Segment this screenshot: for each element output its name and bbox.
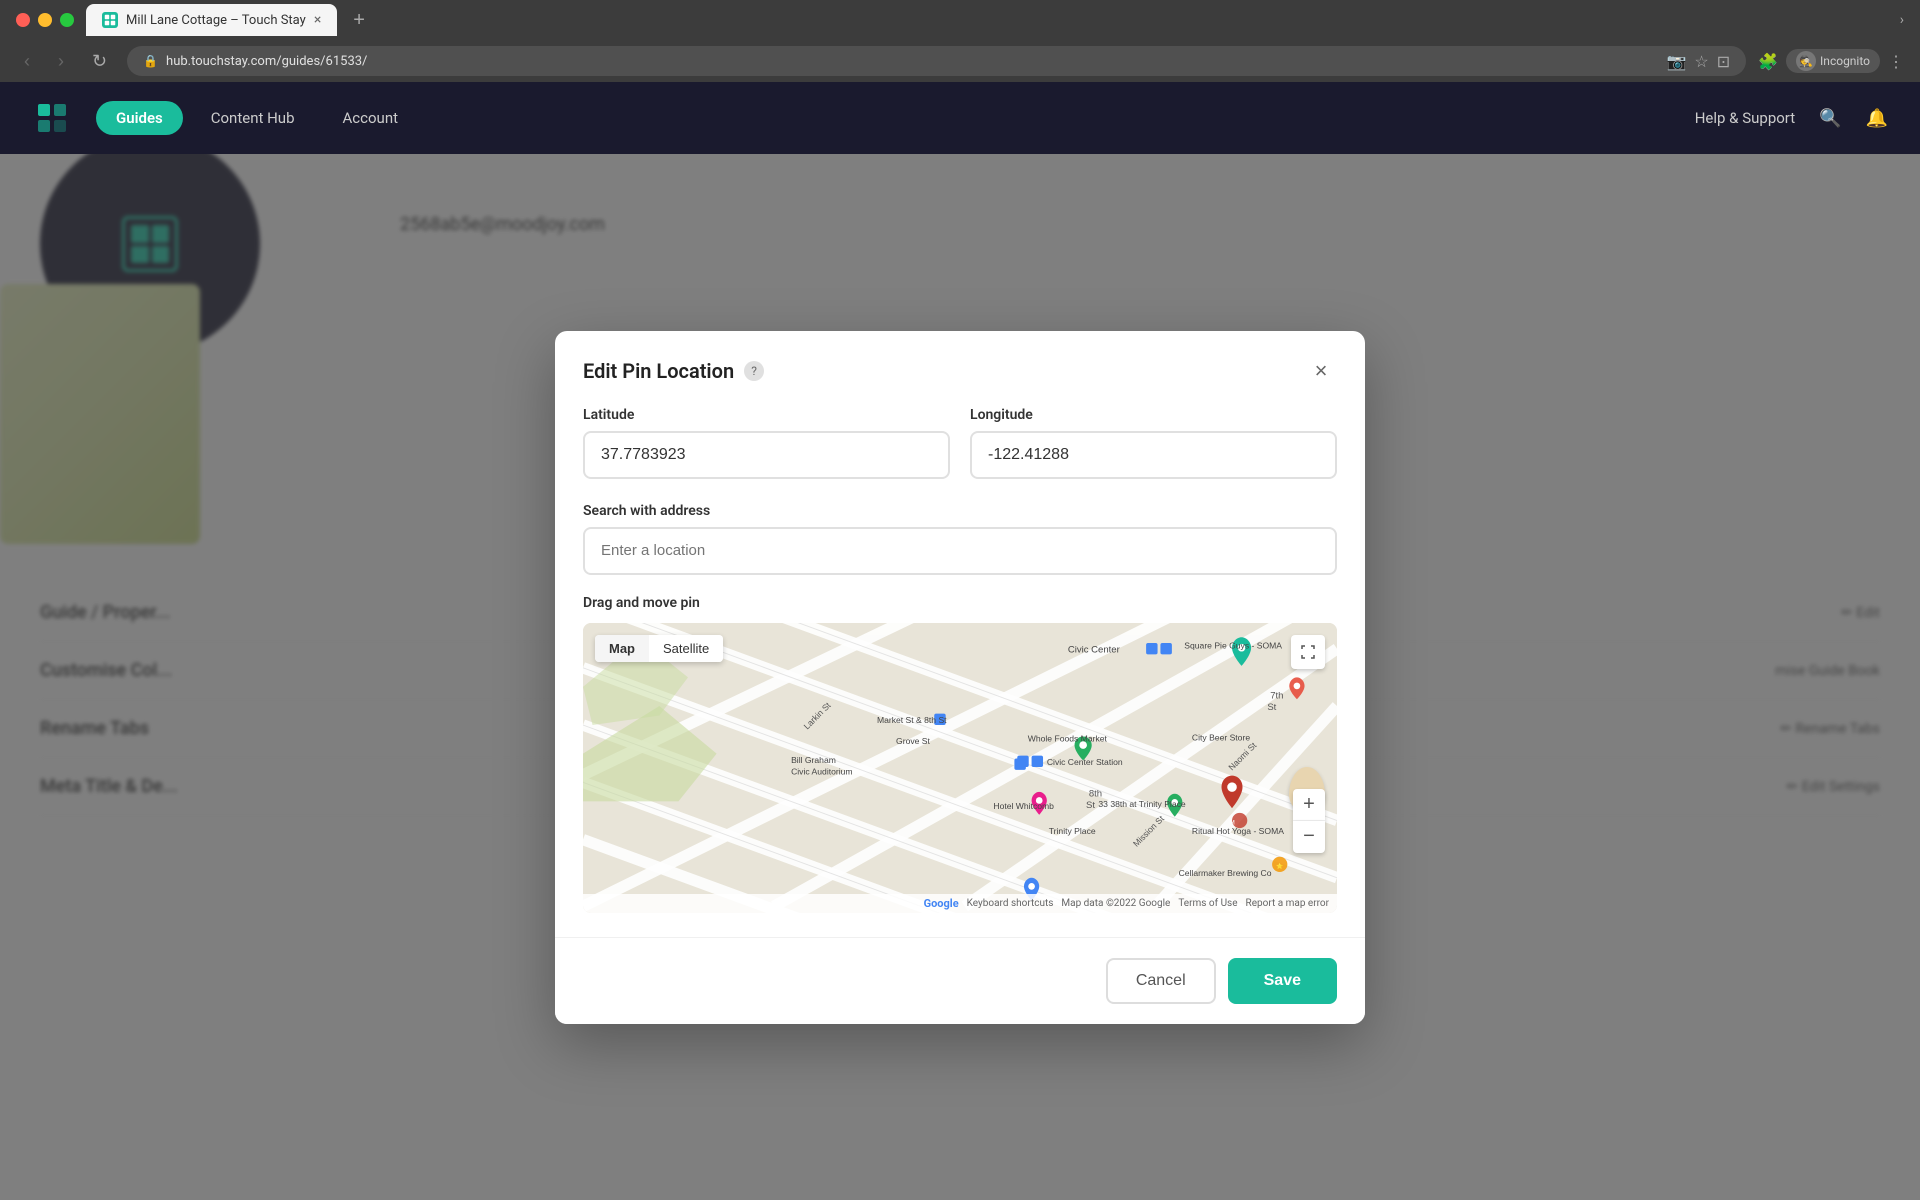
lock-icon: 🔒 bbox=[143, 54, 158, 68]
latitude-input[interactable] bbox=[583, 431, 950, 479]
search-address-input[interactable] bbox=[583, 527, 1337, 575]
svg-text:Whole Foods Market: Whole Foods Market bbox=[1028, 733, 1108, 743]
star-icon[interactable]: ☆ bbox=[1694, 52, 1708, 71]
nav-items: Guides Content Hub Account bbox=[96, 101, 1671, 135]
svg-text:Square Pie Guys - SOMA: Square Pie Guys - SOMA bbox=[1184, 640, 1282, 650]
map-container[interactable]: 8th St 7th St Naomi St Mission St bbox=[583, 623, 1337, 913]
search-address-label: Search with address bbox=[583, 503, 1337, 519]
svg-text:33 38th at Trinity Place: 33 38th at Trinity Place bbox=[1098, 799, 1185, 809]
longitude-label: Longitude bbox=[970, 407, 1337, 423]
browser-chrome: Mill Lane Cottage – Touch Stay × + › ‹ ›… bbox=[0, 0, 1920, 82]
nav-item-content-hub[interactable]: Content Hub bbox=[191, 101, 315, 135]
map-zoom-out-button[interactable]: − bbox=[1293, 821, 1325, 853]
extensions-icon[interactable]: 🧩 bbox=[1758, 52, 1778, 71]
modal-title: Edit Pin Location bbox=[583, 359, 734, 383]
map-footer: Google Keyboard shortcuts Map data ©2022… bbox=[583, 894, 1337, 913]
modal-footer: Cancel Save bbox=[555, 937, 1365, 1024]
tab-favicon bbox=[102, 12, 118, 28]
incognito-label: Incognito bbox=[1820, 54, 1870, 68]
tab-title: Mill Lane Cottage – Touch Stay bbox=[126, 13, 306, 28]
browser-titlebar: Mill Lane Cottage – Touch Stay × + › bbox=[0, 0, 1920, 40]
svg-text:Civic Auditorium: Civic Auditorium bbox=[791, 766, 853, 776]
maximize-window-button[interactable] bbox=[60, 13, 74, 27]
map-type-map-button[interactable]: Map bbox=[595, 635, 649, 662]
url-bar[interactable]: 🔒 hub.touchstay.com/guides/61533/ 📷 ☆ ⊡ bbox=[127, 46, 1746, 76]
modal-close-button[interactable]: × bbox=[1305, 355, 1337, 387]
nav-item-account[interactable]: Account bbox=[323, 101, 419, 135]
map-keyboard-shortcuts[interactable]: Keyboard shortcuts bbox=[967, 898, 1054, 909]
browser-actions: 🧩 🕵 Incognito ⋮ bbox=[1758, 49, 1904, 73]
incognito-badge: 🕵 Incognito bbox=[1786, 49, 1880, 73]
map-svg: 8th St 7th St Naomi St Mission St bbox=[583, 623, 1337, 913]
tab-bar: Mill Lane Cottage – Touch Stay × + bbox=[86, 4, 1888, 36]
coordinates-row: Latitude Longitude bbox=[583, 407, 1337, 479]
svg-text:Trinity Place: Trinity Place bbox=[1049, 825, 1096, 835]
modal-header: Edit Pin Location ? × bbox=[555, 331, 1365, 407]
map-data-attribution: Map data ©2022 Google bbox=[1061, 898, 1170, 909]
back-button[interactable]: ‹ bbox=[16, 47, 38, 76]
more-menu-icon[interactable]: ⋮ bbox=[1888, 52, 1904, 71]
latitude-field: Latitude bbox=[583, 407, 950, 479]
search-icon[interactable]: 🔍 bbox=[1819, 108, 1841, 129]
svg-text:City Beer Store: City Beer Store bbox=[1192, 732, 1250, 742]
tab-close-button[interactable]: × bbox=[314, 12, 321, 28]
longitude-field: Longitude bbox=[970, 407, 1337, 479]
svg-text:8th: 8th bbox=[1089, 788, 1102, 799]
help-support-link[interactable]: Help & Support bbox=[1695, 109, 1795, 127]
forward-button[interactable]: › bbox=[50, 47, 72, 76]
search-address-section: Search with address bbox=[583, 503, 1337, 575]
save-button[interactable]: Save bbox=[1228, 958, 1337, 1004]
svg-text:Cellarmaker Brewing Co: Cellarmaker Brewing Co bbox=[1179, 867, 1272, 877]
map-fullscreen-button[interactable] bbox=[1291, 635, 1325, 669]
longitude-input[interactable] bbox=[970, 431, 1337, 479]
map-background: 8th St 7th St Naomi St Mission St bbox=[583, 623, 1337, 913]
map-terms-link[interactable]: Terms of Use bbox=[1178, 898, 1237, 909]
svg-text:Civic Center Station: Civic Center Station bbox=[1047, 757, 1123, 767]
nav-right: Help & Support 🔍 🔔 bbox=[1695, 108, 1888, 129]
svg-text:Grove St: Grove St bbox=[896, 736, 930, 746]
tablet-icon[interactable]: ⊡ bbox=[1717, 52, 1730, 71]
active-tab[interactable]: Mill Lane Cottage – Touch Stay × bbox=[86, 4, 337, 36]
new-tab-button[interactable]: + bbox=[345, 9, 373, 32]
svg-text:⭐: ⭐ bbox=[1276, 862, 1283, 870]
traffic-lights bbox=[16, 13, 74, 27]
drag-pin-label: Drag and move pin bbox=[583, 595, 1337, 611]
window-chevron: › bbox=[1900, 12, 1904, 28]
camera-off-icon[interactable]: 📷 bbox=[1666, 52, 1686, 71]
address-bar: ‹ › ↻ 🔒 hub.touchstay.com/guides/61533/ … bbox=[0, 40, 1920, 82]
svg-text:M: M bbox=[1229, 819, 1235, 826]
svg-text:St: St bbox=[1267, 701, 1276, 712]
modal-overlay: Edit Pin Location ? × Latitude bbox=[0, 154, 1920, 1200]
svg-text:Market St & 8th St: Market St & 8th St bbox=[877, 715, 947, 725]
cancel-button[interactable]: Cancel bbox=[1106, 958, 1216, 1004]
google-logo: Google bbox=[924, 897, 959, 910]
modal-title-area: Edit Pin Location ? bbox=[583, 359, 764, 383]
top-navigation: Guides Content Hub Account Help & Suppor… bbox=[0, 82, 1920, 154]
map-zoom-controls: + − bbox=[1293, 789, 1325, 853]
nav-item-guides[interactable]: Guides bbox=[96, 101, 183, 135]
map-zoom-in-button[interactable]: + bbox=[1293, 789, 1325, 821]
svg-text:St: St bbox=[1086, 800, 1095, 811]
app-wrapper: Guides Content Hub Account Help & Suppor… bbox=[0, 82, 1920, 1200]
svg-text:Civic Center: Civic Center bbox=[1068, 644, 1121, 655]
close-window-button[interactable] bbox=[16, 13, 30, 27]
edit-pin-modal: Edit Pin Location ? × Latitude bbox=[555, 331, 1365, 1024]
modal-info-icon[interactable]: ? bbox=[744, 361, 764, 381]
url-text: hub.touchstay.com/guides/61533/ bbox=[166, 54, 367, 69]
svg-text:Hotel Whitcomb: Hotel Whitcomb bbox=[993, 801, 1054, 811]
incognito-icon: 🕵 bbox=[1796, 51, 1816, 71]
map-type-buttons: Map Satellite bbox=[595, 635, 723, 662]
map-type-satellite-button[interactable]: Satellite bbox=[649, 635, 723, 662]
svg-text:Bill Graham: Bill Graham bbox=[791, 755, 836, 765]
map-report-link[interactable]: Report a map error bbox=[1246, 898, 1329, 909]
latitude-label: Latitude bbox=[583, 407, 950, 423]
page-background: 2568ab5e@moodjoy.com Guide / Proper... ✏… bbox=[0, 154, 1920, 1200]
minimize-window-button[interactable] bbox=[38, 13, 52, 27]
svg-text:7th: 7th bbox=[1270, 690, 1283, 701]
nav-logo[interactable] bbox=[32, 98, 72, 138]
refresh-button[interactable]: ↻ bbox=[84, 47, 115, 76]
modal-body: Latitude Longitude Search with address bbox=[555, 407, 1365, 937]
notification-bell-icon[interactable]: 🔔 bbox=[1866, 108, 1888, 129]
url-actions: 📷 ☆ ⊡ bbox=[1666, 52, 1730, 71]
